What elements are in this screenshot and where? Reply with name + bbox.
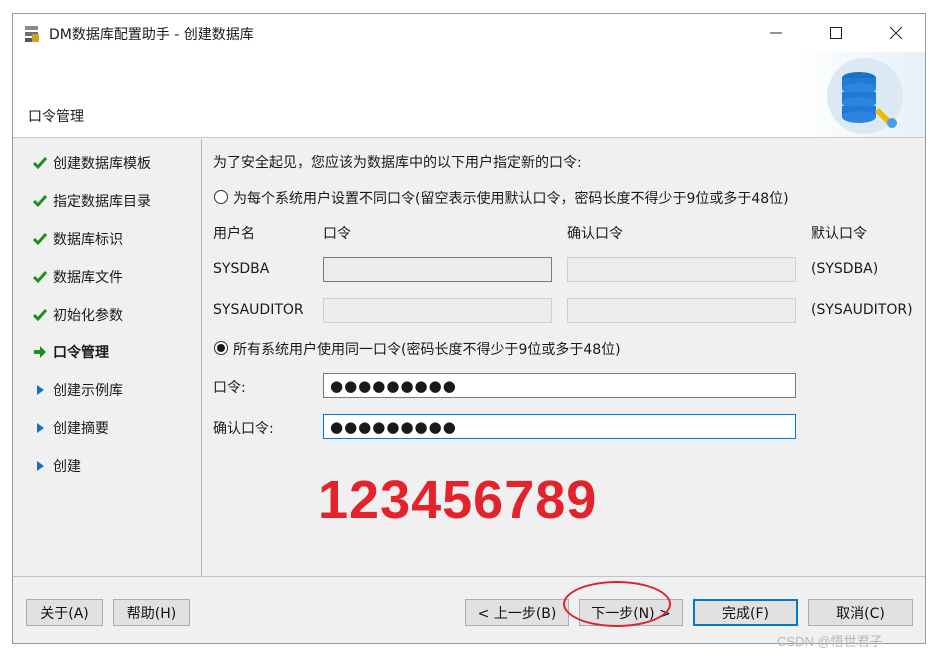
help-button[interactable]: 帮助(H) [113, 599, 190, 626]
finish-button[interactable]: 完成(F) [693, 599, 798, 626]
step-label: 创建示例库 [53, 383, 123, 399]
step-label: 创建数据库模板 [53, 156, 151, 172]
triangle-right-icon [31, 419, 49, 437]
step-item-7: 创建示例库 [31, 379, 123, 401]
step-item-1: 创建数据库模板 [31, 152, 151, 174]
step-sidebar: 创建数据库模板 指定数据库目录 数据库标识 数据库文件 初始化参数 口令管理 创… [13, 139, 202, 576]
check-icon [31, 230, 49, 248]
check-icon [31, 268, 49, 286]
step-item-2: 指定数据库目录 [31, 190, 151, 212]
header-username: 用户名 [213, 226, 255, 242]
password-input[interactable]: ●●●●●●●●● [323, 373, 796, 398]
option-same-label: 所有系统用户使用同一口令(密码长度不得少于9位或多于48位) [233, 342, 621, 358]
page-header: 口令管理 [13, 52, 925, 138]
step-label: 指定数据库目录 [53, 194, 151, 210]
back-button[interactable]: < 上一步(B) [465, 599, 569, 626]
sysauditor-confirm-field[interactable] [567, 298, 796, 323]
option-separate-label: 为每个系统用户设置不同口令(留空表示使用默认口令，密码长度不得少于9位或多于48… [233, 191, 789, 207]
radio-same-password[interactable] [214, 341, 228, 355]
sysdba-confirm-field[interactable] [567, 257, 796, 282]
step-label: 创建 [53, 459, 81, 475]
sysdba-password-field[interactable] [323, 257, 552, 282]
step-item-8: 创建摘要 [31, 417, 109, 439]
default-sysdba: (SYSDBA) [811, 261, 879, 277]
maximize-button[interactable] [813, 14, 859, 52]
page-title: 口令管理 [28, 109, 84, 125]
step-item-3: 数据库标识 [31, 228, 123, 250]
step-item-6-current: 口令管理 [31, 341, 109, 363]
sysauditor-password-field[interactable] [323, 298, 552, 323]
cancel-button[interactable]: 取消(C) [808, 599, 913, 626]
step-label: 数据库文件 [53, 270, 123, 286]
confirm-password-input[interactable]: ●●●●●●●●● [323, 414, 796, 439]
arrow-right-icon [31, 343, 49, 361]
radio-separate-passwords[interactable] [214, 190, 228, 204]
step-label: 创建摘要 [53, 421, 109, 437]
maximize-icon [830, 27, 842, 39]
password-label: 口令: [213, 380, 246, 396]
step-item-5: 初始化参数 [31, 304, 123, 326]
triangle-right-icon [31, 457, 49, 475]
user-name-sysdba: SYSDBA [213, 261, 270, 277]
step-item-4: 数据库文件 [31, 266, 123, 288]
check-icon [31, 192, 49, 210]
about-button[interactable]: 关于(A) [26, 599, 103, 626]
dialog-window: DM数据库配置助手 - 创建数据库 口令管理 创建数据库模板 指定数据库目录 数… [12, 13, 926, 644]
triangle-right-icon [31, 381, 49, 399]
close-icon [890, 27, 902, 39]
user-name-sysauditor: SYSAUDITOR [213, 302, 304, 318]
default-sysauditor: (SYSAUDITOR) [811, 302, 913, 318]
title-bar: DM数据库配置助手 - 创建数据库 [13, 14, 925, 52]
step-label: 初始化参数 [53, 308, 123, 324]
watermark-text: CSDN @悟世君子 [777, 634, 883, 649]
app-icon [22, 24, 42, 44]
database-icon [797, 52, 925, 137]
password-annotation: 123456789 [318, 470, 598, 530]
window-title: DM数据库配置助手 - 创建数据库 [49, 27, 254, 43]
next-button[interactable]: 下一步(N) > [579, 599, 683, 626]
header-password: 口令 [323, 226, 351, 242]
minimize-button[interactable] [753, 14, 799, 52]
step-label: 口令管理 [53, 345, 109, 361]
step-item-9: 创建 [31, 455, 81, 477]
header-default: 默认口令 [811, 226, 867, 242]
intro-text: 为了安全起见，您应该为数据库中的以下用户指定新的口令: [213, 155, 582, 171]
minimize-icon [770, 32, 782, 34]
step-label: 数据库标识 [53, 232, 123, 248]
password-panel: 为了安全起见，您应该为数据库中的以下用户指定新的口令: 为每个系统用户设置不同口… [203, 139, 925, 576]
check-icon [31, 306, 49, 324]
check-icon [31, 154, 49, 172]
close-button[interactable] [873, 14, 919, 52]
confirm-password-label: 确认口令: [213, 421, 274, 437]
header-confirm: 确认口令 [567, 226, 623, 242]
